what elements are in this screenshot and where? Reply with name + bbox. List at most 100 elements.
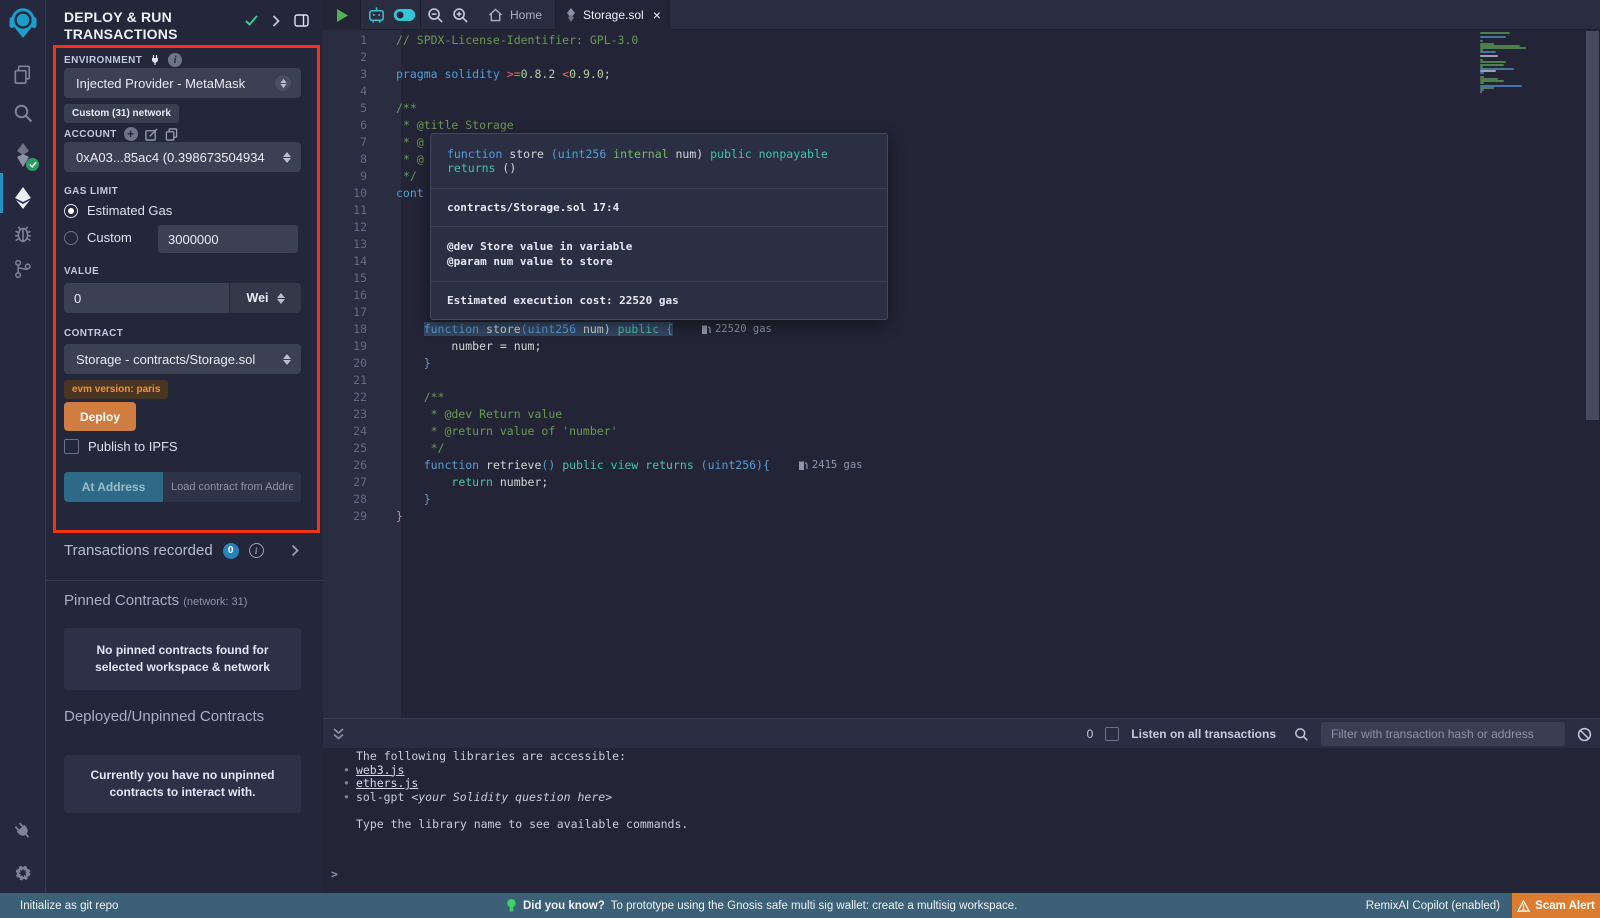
line-number[interactable]: 25 bbox=[323, 440, 367, 457]
code-line[interactable]: 24 * @return value of 'number' bbox=[323, 423, 1600, 440]
pin-panel-icon[interactable] bbox=[294, 14, 309, 27]
line-number[interactable]: 10 bbox=[323, 185, 367, 202]
file-explorer-icon[interactable] bbox=[0, 56, 45, 92]
code-line[interactable]: 26 function retrieve() public view retur… bbox=[323, 457, 1600, 474]
environment-select[interactable]: Injected Provider - MetaMask bbox=[64, 68, 301, 98]
collapse-terminal-icon[interactable] bbox=[333, 728, 344, 740]
code-line[interactable]: 2 bbox=[323, 49, 1600, 66]
editor-scrollbar[interactable] bbox=[1586, 31, 1599, 420]
deploy-run-icon[interactable] bbox=[0, 180, 45, 216]
value-unit-select[interactable]: Wei bbox=[229, 283, 301, 313]
line-number[interactable]: 29 bbox=[323, 508, 367, 525]
remix-logo-icon[interactable] bbox=[0, 6, 45, 42]
line-number[interactable]: 16 bbox=[323, 287, 367, 304]
line-number[interactable]: 28 bbox=[323, 491, 367, 508]
ethersjs-link[interactable]: ethers.js bbox=[356, 776, 418, 790]
line-number[interactable]: 22 bbox=[323, 389, 367, 406]
transactions-info-icon[interactable]: i bbox=[249, 543, 264, 558]
line-number[interactable]: 9 bbox=[323, 168, 367, 185]
line-number[interactable]: 20 bbox=[323, 355, 367, 372]
listen-all-transactions-checkbox[interactable] bbox=[1105, 727, 1119, 741]
line-number[interactable]: 14 bbox=[323, 253, 367, 270]
code-line[interactable]: 4 bbox=[323, 83, 1600, 100]
line-number[interactable]: 4 bbox=[323, 83, 367, 100]
code-line[interactable]: 29} bbox=[323, 508, 1600, 525]
copy-account-icon[interactable] bbox=[165, 128, 178, 141]
remix-ai-icon[interactable] bbox=[363, 0, 389, 30]
tab-home[interactable]: Home bbox=[478, 0, 552, 30]
terminal[interactable]: The following libraries are accessible: … bbox=[323, 748, 1600, 893]
code-line[interactable]: 20 } bbox=[323, 355, 1600, 372]
code-line[interactable]: 23 * @dev Return value bbox=[323, 406, 1600, 423]
plug-icon[interactable] bbox=[149, 54, 161, 66]
line-number[interactable]: 2 bbox=[323, 49, 367, 66]
deploy-button[interactable]: Deploy bbox=[64, 402, 136, 431]
transaction-filter-input[interactable] bbox=[1321, 722, 1565, 746]
line-number[interactable]: 13 bbox=[323, 236, 367, 253]
zoom-out-icon[interactable] bbox=[422, 0, 448, 30]
line-number[interactable]: 12 bbox=[323, 219, 367, 236]
code-line[interactable]: 22 /** bbox=[323, 389, 1600, 406]
web3js-link[interactable]: web3.js bbox=[356, 763, 404, 777]
solidity-compiler-icon[interactable] bbox=[0, 137, 45, 173]
environment-info-icon[interactable]: i bbox=[168, 53, 182, 67]
line-number[interactable]: 15 bbox=[323, 270, 367, 287]
add-account-icon[interactable]: + bbox=[124, 127, 138, 141]
line-number[interactable]: 26 bbox=[323, 457, 367, 474]
value-input[interactable] bbox=[64, 283, 229, 313]
line-number[interactable]: 23 bbox=[323, 406, 367, 423]
code-line[interactable]: 19 number = num; bbox=[323, 338, 1600, 355]
load-contract-address-input[interactable] bbox=[163, 472, 301, 502]
line-number[interactable]: 3 bbox=[323, 66, 367, 83]
tab-storage-sol[interactable]: Storage.sol × bbox=[556, 0, 671, 30]
code-line[interactable]: 25 */ bbox=[323, 440, 1600, 457]
clear-terminal-icon[interactable] bbox=[1577, 727, 1592, 742]
line-number[interactable]: 6 bbox=[323, 117, 367, 134]
line-number[interactable]: 27 bbox=[323, 474, 367, 491]
edit-account-icon[interactable] bbox=[145, 128, 158, 141]
copilot-status[interactable]: RemixAI Copilot (enabled) bbox=[1366, 893, 1500, 918]
code-line[interactable]: 3pragma solidity >=0.8.2 <0.9.0; bbox=[323, 66, 1600, 83]
code-line[interactable]: 18 function store(uint256 num) public {2… bbox=[323, 321, 1600, 338]
code-line[interactable]: 5/** bbox=[323, 100, 1600, 117]
close-tab-icon[interactable]: × bbox=[653, 7, 661, 23]
estimated-gas-radio-row[interactable]: Estimated Gas bbox=[64, 203, 172, 218]
chevron-right-icon[interactable] bbox=[272, 15, 280, 27]
line-number[interactable]: 21 bbox=[323, 372, 367, 389]
code-line[interactable]: 1// SPDX-License-Identifier: GPL-3.0 bbox=[323, 32, 1600, 49]
debugger-icon[interactable] bbox=[0, 216, 45, 252]
settings-gear-icon[interactable] bbox=[0, 855, 45, 891]
line-number[interactable]: 17 bbox=[323, 304, 367, 321]
account-select[interactable]: 0xA03...85ac4 (0.398673504934 bbox=[64, 142, 301, 172]
estimated-gas-radio[interactable] bbox=[64, 204, 78, 218]
publish-ipfs-row[interactable]: Publish to IPFS bbox=[64, 439, 178, 454]
custom-gas-input[interactable] bbox=[158, 225, 298, 253]
plugin-manager-icon[interactable] bbox=[0, 813, 45, 849]
terminal-prompt[interactable]: > bbox=[331, 867, 338, 881]
code-line[interactable]: 6 * @title Storage bbox=[323, 117, 1600, 134]
git-icon[interactable] bbox=[0, 251, 45, 287]
code-line[interactable]: 28 } bbox=[323, 491, 1600, 508]
code-editor[interactable]: 1// SPDX-License-Identifier: GPL-3.023pr… bbox=[323, 30, 1600, 718]
zoom-in-icon[interactable] bbox=[447, 0, 473, 30]
publish-ipfs-checkbox[interactable] bbox=[64, 439, 79, 454]
code-line[interactable]: 21 bbox=[323, 372, 1600, 389]
line-number[interactable]: 24 bbox=[323, 423, 367, 440]
line-number[interactable]: 18 bbox=[323, 321, 367, 338]
line-number[interactable]: 19 bbox=[323, 338, 367, 355]
line-number[interactable]: 7 bbox=[323, 134, 367, 151]
git-init-status[interactable]: Initialize as git repo bbox=[20, 893, 118, 918]
transactions-expand-icon[interactable] bbox=[291, 544, 299, 557]
line-number[interactable]: 1 bbox=[323, 32, 367, 49]
scam-alert-button[interactable]: Scam Alert bbox=[1512, 893, 1600, 918]
line-number[interactable]: 5 bbox=[323, 100, 367, 117]
run-script-button[interactable] bbox=[323, 0, 360, 30]
line-number[interactable]: 8 bbox=[323, 151, 367, 168]
editor-minimap[interactable] bbox=[1478, 32, 1584, 232]
custom-gas-radio[interactable] bbox=[64, 231, 78, 245]
custom-gas-radio-row[interactable]: Custom bbox=[64, 230, 132, 245]
contract-select[interactable]: Storage - contracts/Storage.sol bbox=[64, 344, 301, 374]
code-line[interactable]: 27 return number; bbox=[323, 474, 1600, 491]
at-address-button[interactable]: At Address bbox=[64, 472, 163, 502]
search-icon[interactable] bbox=[0, 95, 45, 131]
